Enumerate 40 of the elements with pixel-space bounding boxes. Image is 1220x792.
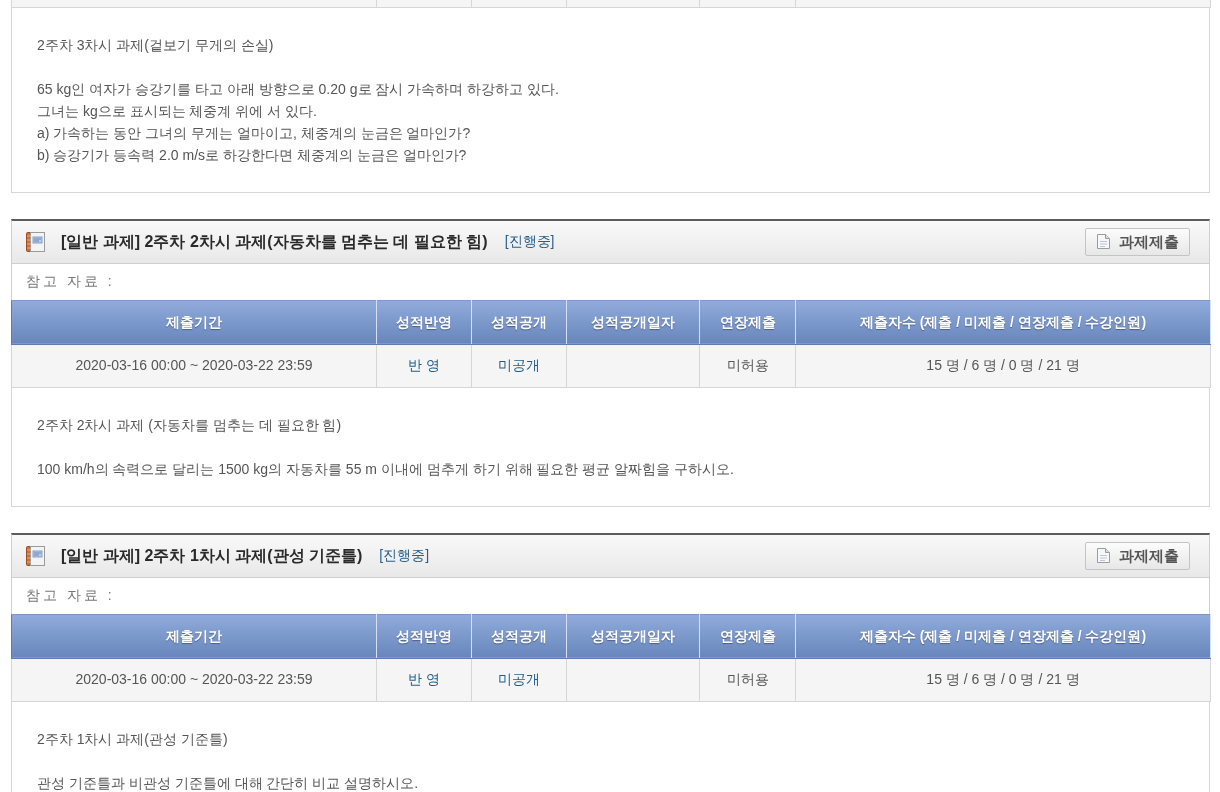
reference-label: 참고 자료 :	[26, 586, 115, 605]
column-header: 성적공개	[471, 300, 567, 344]
column-header: 제출기간	[11, 614, 377, 658]
column-header: 성적반영	[376, 614, 472, 658]
assignment-title: [일반 과제] 2주차 2차시 과제(자동차를 멈추는 데 필요한 힘)	[61, 231, 488, 252]
assignment-title: [일반 과제] 2주차 1차시 과제(관성 기준틀)	[61, 545, 363, 566]
description-text: 관성 기준틀과 비관성 기준틀에 대해 간단히 비교 설명하시오.	[37, 773, 420, 792]
column-header: 제출자수 (제출 / 미제출 / 연장제출 / 수강인원)	[795, 614, 1211, 658]
description-title: 2주차 3차시 과제(겉보기 무게의 손실)	[37, 35, 275, 55]
table-cell: 15 명 / 6 명 / 0 명 / 21 명	[795, 658, 1211, 701]
table-cell: 미공개	[471, 658, 567, 701]
notebook-icon	[26, 231, 45, 252]
table-cell: 2020-03-16 00:00 ~ 2020-03-22 23:59	[11, 658, 377, 701]
document-icon	[1097, 234, 1110, 249]
column-header: 제출자수 (제출 / 미제출 / 연장제출 / 수강인원)	[795, 300, 1211, 344]
table-cell: 미허용	[699, 344, 796, 387]
notebook-icon	[26, 545, 45, 566]
column-header: 성적반영	[376, 300, 472, 344]
description-text: 100 km/h의 속력으로 달리는 1500 kg의 자동차를 55 m 이내에 멈추게 하기 위해 필요한 평균 알짜힘을 구하시오.	[37, 459, 735, 479]
table-cell: 반 영	[376, 658, 472, 701]
status-label: [진행중]	[504, 232, 555, 251]
table-cell: 2020-03-16 00:00 ~ 2020-03-22 23:59	[11, 344, 377, 387]
column-header: 성적공개일자	[566, 614, 700, 658]
column-header: 제출기간	[11, 300, 377, 344]
submit-button[interactable]: 과제제출	[1085, 227, 1190, 256]
description-text: 65 kg인 여자가 승강기를 타고 아래 방향으로 0.20 g로 잠시 가속하며 하강하고 있다. 그녀는 kg으로 표시되는 체중계 위에 서 있다. a) 가속하는 동안 그녀의 무게는 얼마이고, 체중계의 눈금은 얼마인가? b) 승강기가 등속력 2.0 m/s로 하강한다면 체중계의 눈금은 얼마인가?	[37, 79, 560, 165]
description-title: 2주차 2차시 과제 (자동차를 멈추는 데 필요한 힘)	[37, 415, 343, 435]
description-title: 2주차 1차시 과제(관성 기준틀)	[37, 729, 229, 749]
table-cell: 반 영	[376, 344, 472, 387]
column-header: 연장제출	[699, 300, 796, 344]
table-cell: 미허용	[699, 658, 796, 701]
reference-label: 참고 자료 :	[26, 272, 115, 291]
status-label: [진행중]	[379, 546, 430, 565]
document-icon	[1097, 548, 1110, 563]
table-cell: 15 명 / 6 명 / 0 명 / 21 명	[795, 344, 1211, 387]
column-header: 성적공개일자	[566, 300, 700, 344]
column-header: 성적공개	[471, 614, 567, 658]
column-header: 연장제출	[699, 614, 796, 658]
table-cell: 미공개	[471, 344, 567, 387]
submit-button[interactable]: 과제제출	[1085, 541, 1190, 570]
